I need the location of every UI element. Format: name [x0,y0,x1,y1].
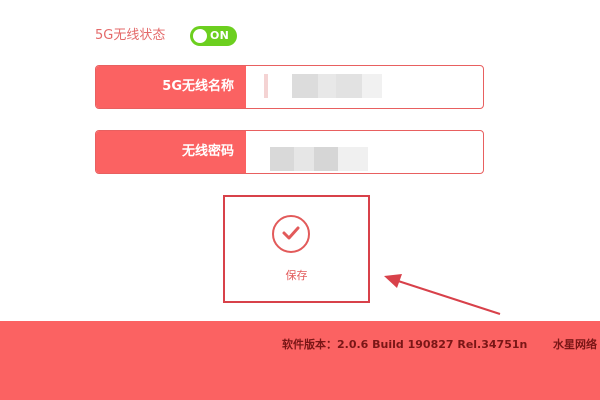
toggle-knob [193,29,207,43]
password-input[interactable] [246,131,483,173]
router-wireless-settings-page: 5G无线状态 ON 5G无线名称 无线密码 保存 软件版本：2.0.6 Buil… [0,0,600,400]
ssid-input[interactable] [246,66,483,108]
ssid-field-row: 5G无线名称 [95,65,484,109]
password-label: 无线密码 [96,131,246,173]
annotation-arrow-icon [384,274,501,315]
software-version: 软件版本：2.0.6 Build 190827 Rel.34751n [282,338,528,351]
toggle-state-text: ON [210,29,230,42]
checkmark-circle-icon [272,215,310,253]
ssid-label: 5G无线名称 [96,66,246,108]
password-field-row: 无线密码 [95,130,484,174]
brand-name: 水星网络 [553,338,597,351]
save-button-label: 保存 [285,269,308,282]
wireless-status-toggle[interactable]: ON [190,26,237,46]
wireless-status-label: 5G无线状态 [95,28,166,43]
footer-bar: 软件版本：2.0.6 Build 190827 Rel.34751n 水星网络 [0,321,600,400]
save-button[interactable]: 保存 [223,195,370,303]
